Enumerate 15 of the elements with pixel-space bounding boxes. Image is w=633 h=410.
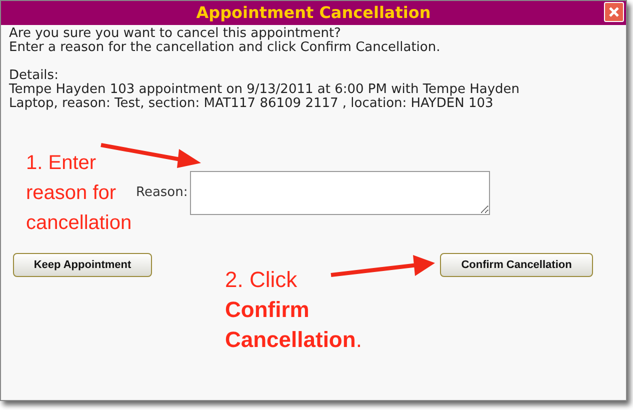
details-text: Tempe Hayden 103 appointment on 9/13/2011 at 6:00 PM with Tempe Hayden Laptop, reason: Test, section: MAT117 86109 2117 , location: HAYDEN 103: [9, 83, 521, 111]
annotation-text: 2. Click Confirm Cancellation.: [225, 266, 363, 354]
window-title: Appointment Cancellation: [196, 3, 431, 23]
arrow-icon: [329, 253, 437, 279]
close-icon: [608, 6, 620, 18]
close-button[interactable]: [604, 2, 624, 22]
confirm-cancellation-button[interactable]: Confirm Cancellation: [440, 253, 593, 277]
message-text: Are you sure you want to cancel this appointment?: [9, 27, 342, 41]
message-text: Enter a reason for the cancellation and click Confirm Cancellation.: [9, 41, 442, 55]
keep-appointment-button[interactable]: Keep Appointment: [13, 253, 152, 277]
annotation-text: 1. Enter reason for cancellation: [26, 151, 133, 236]
arrow-icon: [99, 141, 203, 169]
details-label: Details:: [9, 69, 60, 83]
reason-field[interactable]: [190, 171, 490, 215]
reason-label: Reason:: [136, 184, 188, 202]
